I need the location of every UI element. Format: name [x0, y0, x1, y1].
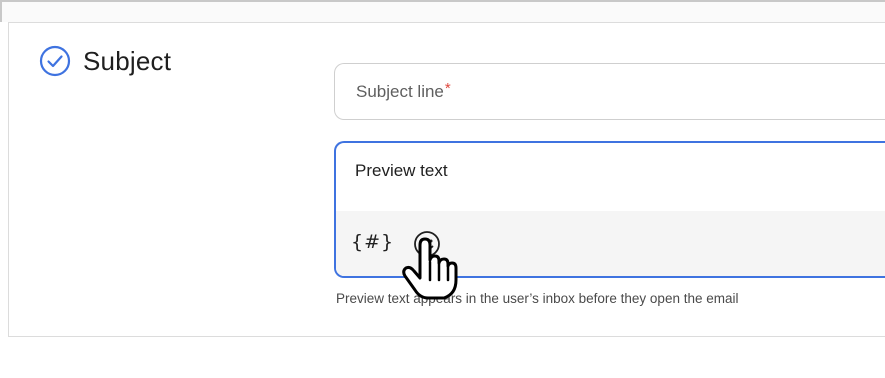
check-circle-icon — [39, 45, 71, 77]
preview-text-value[interactable]: Preview text — [355, 161, 448, 181]
preview-helper-text: Preview text appears in the user’s inbox… — [336, 291, 739, 306]
subject-line-input[interactable]: Subject line * — [334, 63, 885, 120]
section-header: Subject — [39, 45, 171, 77]
section-title: Subject — [83, 45, 172, 76]
subject-line-placeholder: Subject line — [356, 81, 444, 101]
insert-variable-button[interactable]: {#} — [351, 231, 394, 253]
required-marker: * — [444, 80, 451, 97]
top-divider — [0, 0, 885, 22]
page: Subject Subject line * Preview text {#} P… — [0, 0, 885, 378]
hand-pointer-icon — [398, 236, 460, 302]
